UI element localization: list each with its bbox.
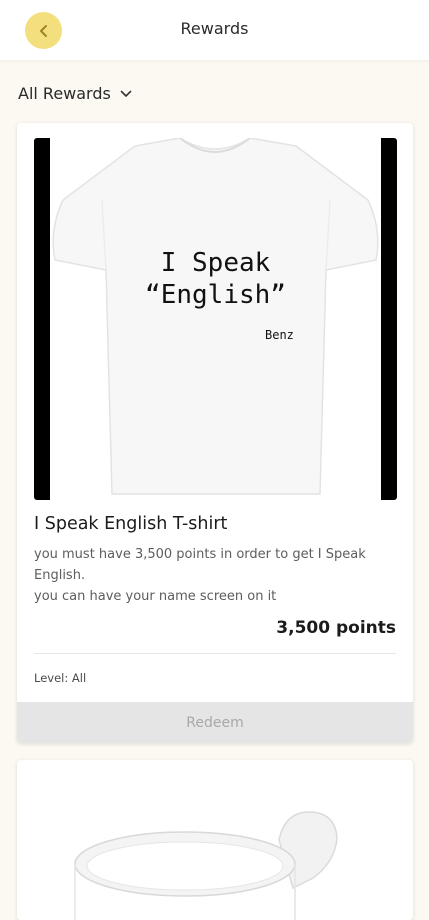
product-image: I Speak “English” Benz — [34, 138, 397, 500]
reward-card-2 — [17, 760, 413, 920]
chevron-down-icon — [120, 90, 132, 97]
filter-label: All Rewards — [18, 84, 111, 103]
reward-level: Level: All — [34, 671, 87, 685]
top-bar: Rewards — [0, 0, 429, 60]
reward-card: I Speak “English” Benz I Speak English T… — [17, 123, 413, 743]
print-line-2: “English” — [145, 280, 286, 310]
reward-description: you must have 3,500 points in order to g… — [34, 544, 394, 607]
mug-image — [74, 811, 338, 920]
redeem-button[interactable]: Redeem — [17, 702, 413, 743]
divider — [34, 653, 396, 654]
tshirt-print: I Speak “English” — [50, 247, 381, 311]
description-line-2: you can have your name screen on it — [34, 589, 277, 604]
print-signature: Benz — [265, 328, 294, 342]
rewards-filter-dropdown[interactable]: All Rewards — [18, 84, 132, 103]
tshirt-image: I Speak “English” Benz — [50, 138, 381, 500]
print-line-1: I Speak — [160, 248, 271, 278]
description-line-1: you must have 3,500 points in order to g… — [34, 547, 366, 583]
page-title: Rewards — [180, 19, 249, 38]
tshirt-shape — [52, 138, 379, 495]
reward-points: 3,500 points — [276, 618, 396, 638]
reward-title: I Speak English T-shirt — [34, 514, 228, 534]
